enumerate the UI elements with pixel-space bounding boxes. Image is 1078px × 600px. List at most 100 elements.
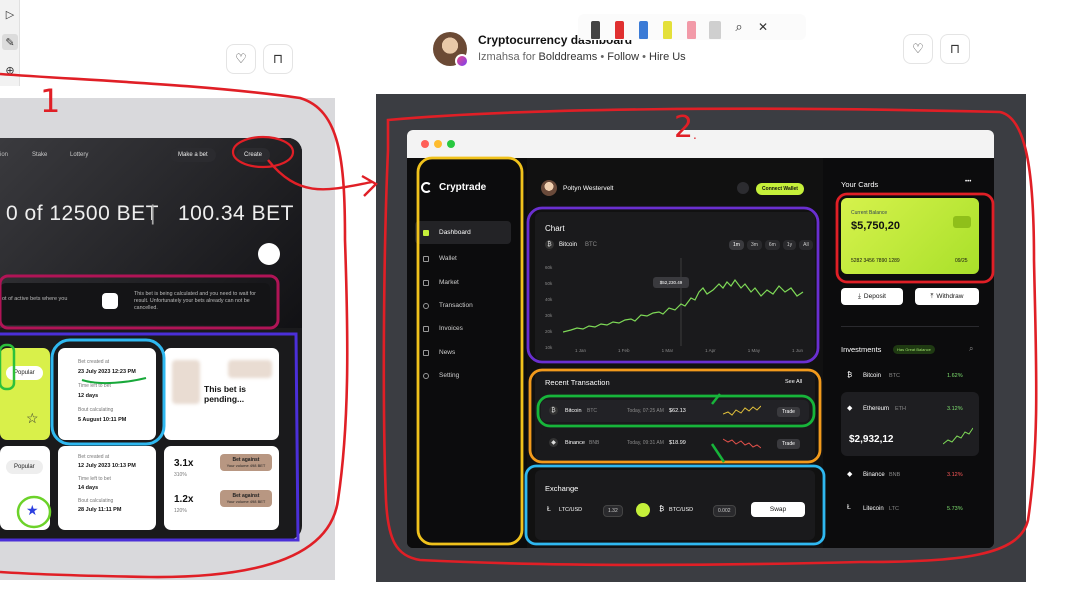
filter-icon[interactable] — [258, 243, 280, 265]
range-tab[interactable]: 1m — [729, 240, 744, 250]
popular-card-2[interactable] — [0, 446, 50, 530]
save-button[interactable]: ⊓ — [940, 34, 970, 64]
menu-label: Dashboard — [439, 229, 471, 236]
tx-amount: $18.99 — [669, 440, 686, 446]
pen-tool-icon[interactable]: ✎ — [2, 34, 18, 50]
trade-button[interactable]: Trade — [777, 439, 800, 449]
make-bet-button[interactable]: Make a bet — [170, 148, 216, 162]
menu-dashboard[interactable]: Dashboard — [415, 221, 511, 244]
bet-against-button-2[interactable]: Bet against Your volume 498 BET — [220, 490, 272, 507]
time-left-value: 14 days — [78, 485, 99, 491]
minimize-dot[interactable] — [434, 140, 442, 148]
range-tab[interactable]: 3m — [746, 240, 762, 250]
like-button-left[interactable]: ♡ — [226, 44, 256, 74]
brand-name: Cryptrade — [439, 182, 487, 193]
blurred-button — [228, 360, 272, 378]
maximize-dot[interactable] — [447, 140, 455, 148]
invest-value: $2,932,12 — [849, 434, 894, 445]
annotation-label-2: 2 — [674, 110, 694, 145]
sidebar: Cryptrade Dashboard Wallet Market Transa… — [407, 158, 527, 548]
trade-button[interactable]: Trade — [777, 407, 800, 417]
balance-label: Current Balance — [851, 210, 888, 216]
author-link[interactable]: Izmahsa — [478, 51, 520, 63]
range-tabs: 1m 3m 6m 1y All — [729, 240, 813, 250]
connect-wallet-button[interactable]: Connect Wallet — [756, 183, 804, 195]
invest-card-highlight[interactable] — [841, 392, 979, 456]
menu-market[interactable]: Market — [415, 271, 511, 294]
price-line-chart[interactable] — [563, 258, 807, 348]
bitcoin-icon: ₿ — [847, 372, 853, 379]
swap-direction-icon[interactable] — [636, 503, 650, 517]
news-icon — [423, 349, 429, 356]
nav-partial: ion — [0, 152, 9, 158]
cryptrade-logo-icon — [421, 182, 432, 193]
see-all-link[interactable]: See All — [785, 379, 802, 385]
invest-symbol: ETH — [895, 406, 906, 412]
x-tick: 1 Mar — [661, 348, 674, 353]
price-tooltip: $52,230.49 — [653, 277, 689, 288]
exchange-from-amount[interactable]: 1.32 — [603, 505, 623, 517]
invest-change: 5.73% — [947, 506, 963, 512]
calc-label: Bout calculating — [78, 407, 114, 413]
range-tab[interactable]: 6m — [764, 240, 780, 250]
star-filled-icon[interactable]: ★ — [26, 502, 39, 519]
search-icon[interactable]: ⌕ — [969, 344, 973, 354]
bitcoin-icon: ₿ — [659, 506, 665, 513]
menu-setting[interactable]: Setting — [415, 364, 511, 387]
add-tool-icon[interactable]: ⊕ — [2, 62, 18, 78]
eraser-icon[interactable] — [682, 15, 700, 39]
menu-wallet[interactable]: Wallet — [415, 247, 511, 270]
bitcoin-icon: ₿ — [545, 240, 554, 249]
close-icon[interactable]: ✕ — [754, 20, 772, 34]
invest-sparkline — [943, 427, 973, 445]
exchange-to-select[interactable]: BTC/USD — [669, 507, 693, 513]
exchange-from-select[interactable]: LTC/USD — [559, 507, 582, 513]
menu-news[interactable]: News — [415, 341, 511, 364]
shot-1-preview[interactable]: ion Stake Lottery Make a bet Create 0 of… — [0, 98, 335, 580]
deposit-button[interactable]: ⤓ Deposit — [841, 288, 903, 305]
exchange-to-amount[interactable]: 0.002 — [713, 505, 736, 517]
menu-transaction[interactable]: Transaction — [415, 294, 511, 317]
nav-stake[interactable]: Stake — [32, 152, 47, 158]
invest-symbol: LTC — [889, 506, 899, 512]
bitcoin-icon: ₿ — [549, 406, 558, 415]
range-tab[interactable]: 1y — [782, 240, 797, 250]
notification-icon[interactable] — [737, 182, 749, 194]
multiplier-2: 1.2x — [174, 494, 194, 505]
popular-card-1[interactable] — [0, 348, 50, 440]
highlighter-icon[interactable] — [658, 15, 676, 39]
tx-amount: $62.13 — [669, 408, 686, 414]
range-tab[interactable]: All — [799, 240, 813, 250]
binance-icon: ◆ — [549, 438, 558, 447]
chart-coin[interactable]: Bitcoin — [559, 242, 577, 248]
team-link[interactable]: Bolddreams — [539, 51, 598, 63]
ruler-icon[interactable] — [706, 15, 724, 39]
multiplier-1: 3.1x — [174, 458, 194, 469]
nav-lottery[interactable]: Lottery — [70, 152, 88, 158]
close-dot[interactable] — [421, 140, 429, 148]
bet-against-sub: Your volume 498 BET — [226, 499, 266, 504]
user-avatar[interactable] — [541, 180, 557, 196]
follow-link[interactable]: Follow — [607, 51, 639, 63]
deposit-label: Deposit — [863, 293, 886, 300]
star-icon[interactable]: ☆ — [26, 410, 39, 427]
pen-red-icon[interactable] — [610, 15, 628, 39]
pen-black-icon[interactable] — [586, 15, 604, 39]
pen-color-swatch — [614, 21, 624, 39]
cards-title: Your Cards — [841, 180, 879, 189]
save-button-left[interactable]: ⊓ — [263, 44, 293, 74]
pen-blue-icon[interactable] — [634, 15, 652, 39]
lasso-icon[interactable]: ⌕ — [730, 19, 748, 35]
y-tick: 40k — [545, 297, 553, 302]
swap-button[interactable]: Swap — [751, 502, 805, 517]
setting-icon — [423, 372, 429, 379]
bet-against-button-1[interactable]: Bet against Your volume 498 BET — [220, 454, 272, 471]
create-button[interactable]: Create — [236, 148, 271, 162]
hire-link[interactable]: Hire Us — [649, 51, 686, 63]
select-tool-icon[interactable]: ▷ — [2, 6, 18, 22]
menu-invoices[interactable]: Invoices — [415, 317, 511, 340]
investments-badge: Has Great Balance — [893, 345, 935, 354]
withdraw-button[interactable]: ⤒ Withdraw — [915, 288, 979, 305]
like-button[interactable]: ♡ — [903, 34, 933, 64]
cards-more-icon[interactable]: ••• — [965, 179, 971, 185]
